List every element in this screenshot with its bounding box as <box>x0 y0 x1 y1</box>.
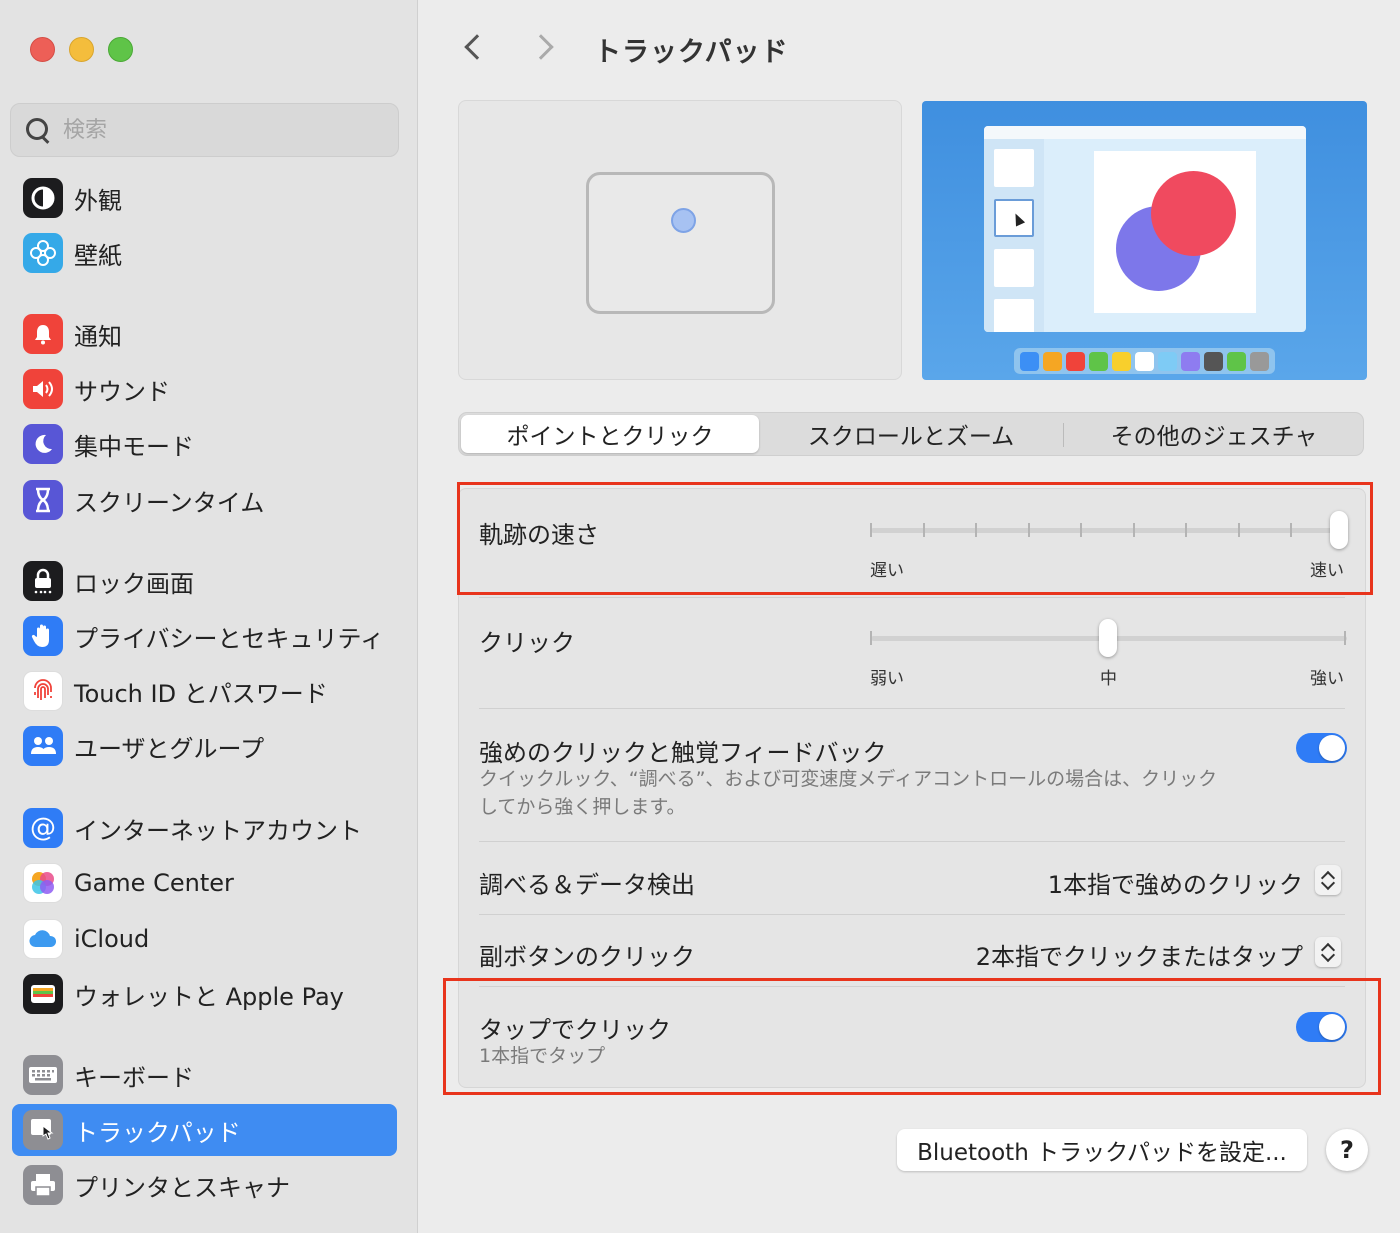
trackpad-preview <box>458 100 902 380</box>
search-icon <box>25 117 51 143</box>
preview-canvas <box>1094 151 1256 313</box>
tab-scroll-and-zoom[interactable]: スクロールとズーム <box>761 415 1061 453</box>
highlight-box-tracking-speed <box>457 482 1373 595</box>
lookup-label: 調べる＆データ検出 <box>479 871 695 899</box>
firm-label: 強い <box>1310 669 1344 689</box>
sidebar-item-label: キーボード <box>74 1063 194 1092</box>
users-icon <box>23 726 63 766</box>
forward-button[interactable] <box>528 30 560 66</box>
sidebar-item-printers[interactable]: プリンタとスキャナ <box>12 1159 397 1211</box>
trackpad-illustration <box>586 172 775 314</box>
tab-bar: ポイントとクリック スクロールとズーム その他のジェスチャ <box>458 412 1364 456</box>
sidebar-item-label: iCloud <box>74 925 150 953</box>
sidebar-item-appearance[interactable]: 外観 <box>12 172 397 224</box>
setup-bluetooth-trackpad-button[interactable]: Bluetooth トラックパッドを設定... <box>897 1129 1307 1171</box>
finger-dot-icon <box>671 208 696 233</box>
sidebar-item-wallet[interactable]: ウォレットと Apple Pay <box>12 968 397 1020</box>
force-click-label: 強めのクリックと触覚フィードバック <box>479 739 887 767</box>
sidebar-item-touch-id[interactable]: Touch ID とパスワード <box>12 665 397 717</box>
highlight-box-tap-to-click <box>443 978 1381 1095</box>
sidebar-item-sound[interactable]: サウンド <box>12 363 397 415</box>
sidebar-item-label: ロック画面 <box>74 569 194 598</box>
cloud-icon <box>23 919 63 959</box>
wallpaper-icon <box>23 233 63 273</box>
sidebar-item-lock-screen[interactable]: ロック画面 <box>12 555 397 607</box>
lookup-popup-value[interactable]: 1本指で強めのクリック <box>1048 865 1303 900</box>
secondary-click-label: 副ボタンのクリック <box>479 943 695 971</box>
printer-icon <box>23 1165 63 1205</box>
sidebar-item-label: Game Center <box>74 869 234 897</box>
chevron-left-icon <box>464 34 490 60</box>
sidebar-item-label: 外観 <box>74 186 122 215</box>
speaker-icon <box>23 369 63 409</box>
sidebar-item-game-center[interactable]: Game Center <box>12 857 397 909</box>
lock-icon <box>23 561 63 601</box>
tab-point-and-click[interactable]: ポイントとクリック <box>461 415 759 453</box>
minimize-window-button[interactable] <box>69 37 94 62</box>
search-field[interactable] <box>10 103 399 157</box>
sidebar-item-label: ユーザとグループ <box>74 734 265 763</box>
bell-icon <box>23 314 63 354</box>
sidebar-item-focus[interactable]: 集中モード <box>12 418 397 470</box>
sidebar-item-label: 通知 <box>74 322 122 351</box>
preview-window <box>984 126 1306 332</box>
sidebar-item-notifications[interactable]: 通知 <box>12 308 397 360</box>
moon-icon <box>23 424 63 464</box>
fingerprint-icon <box>23 671 63 711</box>
zoom-window-button[interactable] <box>108 37 133 62</box>
sidebar-item-internet-accounts[interactable]: @ インターネットアカウント <box>12 802 397 854</box>
force-click-description-2: してから強く押します。 <box>479 796 686 818</box>
hourglass-icon <box>23 480 63 520</box>
keyboard-icon <box>23 1055 63 1095</box>
wallet-icon <box>23 974 63 1014</box>
tab-more-gestures[interactable]: その他のジェスチャ <box>1065 415 1363 453</box>
gesture-preview-video <box>922 101 1367 380</box>
secondary-click-popup-chevrons-icon[interactable] <box>1315 937 1341 967</box>
search-input[interactable] <box>63 117 363 143</box>
sidebar-item-label: ウォレットと Apple Pay <box>74 982 344 1011</box>
sidebar-item-icloud[interactable]: iCloud <box>12 913 397 965</box>
chevron-right-icon <box>528 34 554 60</box>
force-click-toggle[interactable] <box>1296 733 1347 763</box>
window-controls <box>30 37 133 62</box>
secondary-click-popup-value[interactable]: 2本指でクリックまたはタップ <box>976 937 1303 972</box>
force-click-description: クイックルック、“調べる”、および可変速度メディアコントロールの場合は、クリック <box>479 768 1218 790</box>
sidebar-item-label: 壁紙 <box>74 241 122 270</box>
medium-label: 中 <box>1100 669 1117 689</box>
pointer-icon <box>1010 211 1026 227</box>
sidebar-item-keyboard[interactable]: キーボード <box>12 1049 397 1101</box>
click-label: クリック <box>479 629 575 657</box>
sidebar-item-label: 集中モード <box>74 432 194 461</box>
sidebar-item-label: サウンド <box>74 377 170 406</box>
hand-icon <box>23 616 63 656</box>
click-pressure-knob[interactable] <box>1099 619 1117 657</box>
sidebar-item-label: プライバシーとセキュリティ <box>74 624 385 653</box>
sidebar-item-wallpaper[interactable]: 壁紙 <box>12 227 397 279</box>
red-circle <box>1151 171 1236 256</box>
sidebar-item-users-groups[interactable]: ユーザとグループ <box>12 720 397 772</box>
lookup-popup-chevrons-icon[interactable] <box>1315 865 1341 895</box>
sidebar-item-label: スクリーンタイム <box>74 488 265 517</box>
page-title: トラックパッド <box>594 37 789 68</box>
at-icon: @ <box>23 808 63 848</box>
sidebar-item-label: トラックパッド <box>74 1118 241 1147</box>
close-window-button[interactable] <box>30 37 55 62</box>
help-button[interactable]: ? <box>1326 1129 1368 1171</box>
back-button[interactable] <box>460 30 490 66</box>
sidebar: 外観 壁紙 通知 サウンド 集中モード スクリーンタイム ロック画面 <box>0 0 418 1233</box>
sidebar-item-trackpad[interactable]: トラックパッド <box>12 1104 397 1156</box>
dock <box>1014 348 1275 374</box>
sidebar-item-label: インターネットアカウント <box>74 816 362 845</box>
light-label: 弱い <box>870 669 904 689</box>
sidebar-item-privacy[interactable]: プライバシーとセキュリティ <box>12 610 397 662</box>
sidebar-item-label: プリンタとスキャナ <box>74 1173 290 1202</box>
trackpad-icon <box>23 1110 63 1150</box>
game-center-icon <box>23 863 63 903</box>
sidebar-item-screen-time[interactable]: スクリーンタイム <box>12 474 397 526</box>
appearance-icon <box>23 178 63 218</box>
sidebar-item-label: Touch ID とパスワード <box>74 679 328 708</box>
